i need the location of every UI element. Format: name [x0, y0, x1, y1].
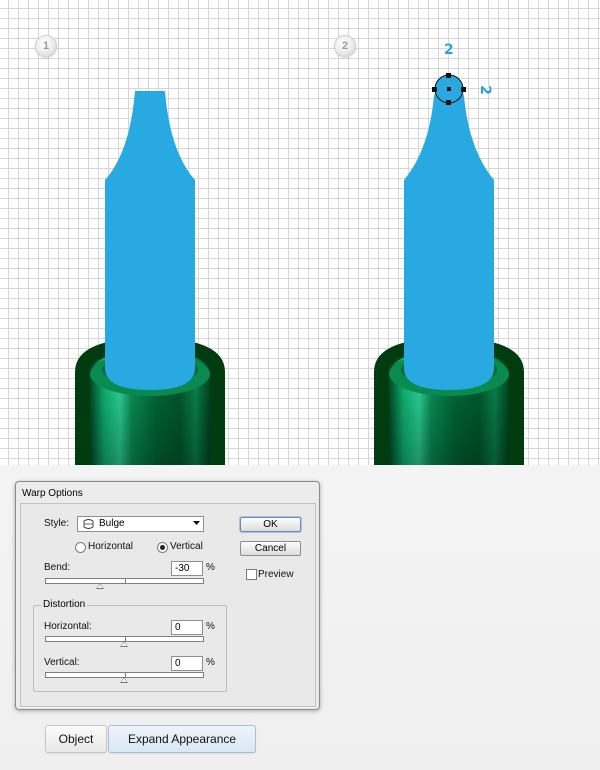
anchor-point-top[interactable]: [446, 73, 451, 78]
vertical-distortion-label: Vertical:: [44, 657, 80, 668]
anchor-point-bottom[interactable]: [446, 100, 451, 105]
width-measurement-label: 2: [444, 42, 454, 58]
object-button[interactable]: Object: [45, 725, 107, 753]
style-dropdown-value: Bulge: [99, 518, 125, 529]
horizontal-radio[interactable]: [75, 542, 86, 553]
bend-slider-thumb[interactable]: [96, 583, 104, 589]
vertical-distortion-slider-thumb[interactable]: [120, 677, 128, 683]
bend-input[interactable]: -30: [171, 561, 203, 576]
bend-percent-sign: %: [206, 562, 215, 573]
cancel-button[interactable]: Cancel: [240, 541, 301, 556]
vertical-distortion-input[interactable]: 0: [171, 656, 203, 671]
anchor-point-right[interactable]: [461, 87, 466, 92]
step-badge-2: 2: [334, 35, 356, 57]
bend-label: Bend:: [44, 562, 71, 573]
dialog-title: Warp Options: [22, 488, 83, 499]
chevron-down-icon: [193, 521, 200, 525]
pencil-shape-1: [75, 91, 225, 465]
style-label: Style:: [44, 518, 70, 529]
horizontal-percent-sign: %: [206, 621, 215, 632]
vertical-percent-sign: %: [206, 657, 215, 668]
style-dropdown[interactable]: Bulge: [77, 516, 204, 532]
expand-appearance-button[interactable]: Expand Appearance: [108, 725, 256, 753]
bend-slider-track[interactable]: [45, 578, 204, 584]
horizontal-distortion-slider-thumb[interactable]: [120, 641, 128, 647]
distortion-group-title: Distortion: [41, 599, 88, 610]
height-measurement-label: 2: [476, 85, 493, 95]
preview-label: Preview: [258, 569, 294, 580]
horizontal-radio-label: Horizontal: [88, 541, 134, 552]
artboard-canvas[interactable]: 1 2 2 2: [0, 0, 600, 465]
center-point: [447, 87, 451, 91]
distortion-group: [33, 605, 227, 692]
step-badge-1: 1: [35, 35, 57, 57]
horizontal-distortion-label: Horizontal:: [44, 621, 92, 632]
pencil-artwork: [75, 73, 524, 465]
anchor-point-left[interactable]: [432, 87, 437, 92]
horizontal-distortion-input[interactable]: 0: [171, 620, 203, 635]
bulge-warp-icon: [83, 519, 94, 529]
ok-button[interactable]: OK: [240, 517, 301, 532]
vertical-radio-label: Vertical: [170, 541, 203, 552]
preview-checkbox[interactable]: [246, 569, 257, 580]
pencil-shape-2: [374, 76, 524, 465]
vertical-radio[interactable]: [157, 542, 168, 553]
